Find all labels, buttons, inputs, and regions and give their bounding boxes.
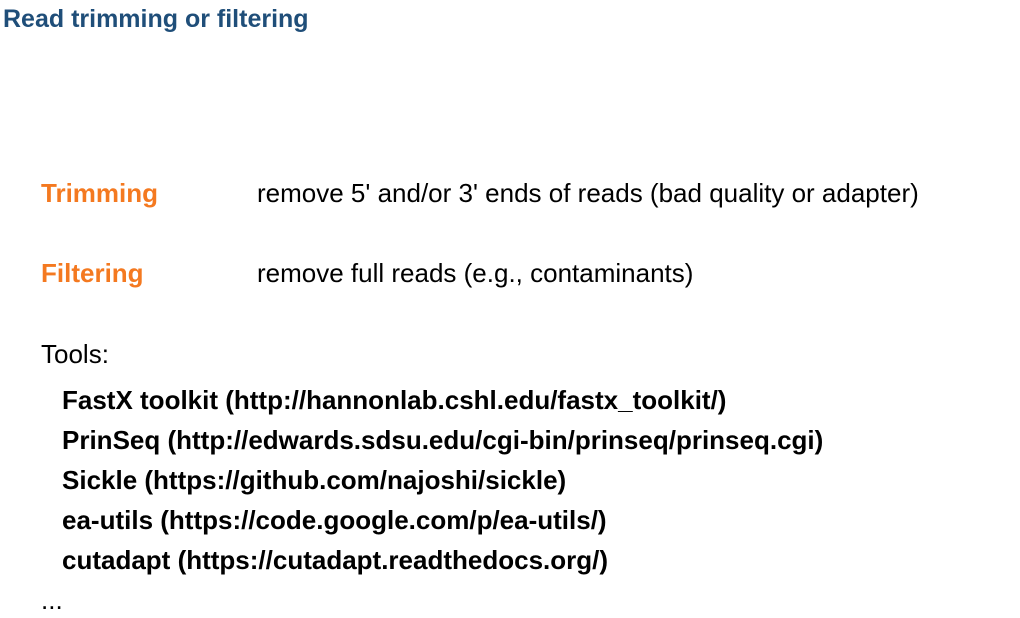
description-trimming: remove 5' and/or 3' ends of reads (bad q… (257, 178, 919, 208)
term-filtering: Filtering (41, 258, 144, 288)
term-trimming: Trimming (41, 178, 159, 208)
description-filtering: remove full reads (e.g., contaminants) (257, 258, 694, 288)
tool-item-ea-utils: ea-utils (https://code.google.com/p/ea-u… (62, 505, 607, 535)
tool-item-sickle: Sickle (https://github.com/najoshi/sickl… (62, 465, 567, 495)
tool-item-fastx: FastX toolkit (http://hannonlab.cshl.edu… (62, 385, 727, 415)
ellipsis: ... (41, 585, 63, 615)
tool-item-prinseq: PrinSeq (http://edwards.sdsu.edu/cgi-bin… (62, 425, 824, 455)
tool-item-cutadapt: cutadapt (https://cutadapt.readthedocs.o… (62, 545, 609, 575)
tools-list: FastX toolkit (http://hannonlab.cshl.edu… (62, 380, 823, 580)
slide-title: Read trimming or filtering (3, 5, 309, 33)
tools-heading: Tools: (41, 339, 109, 369)
